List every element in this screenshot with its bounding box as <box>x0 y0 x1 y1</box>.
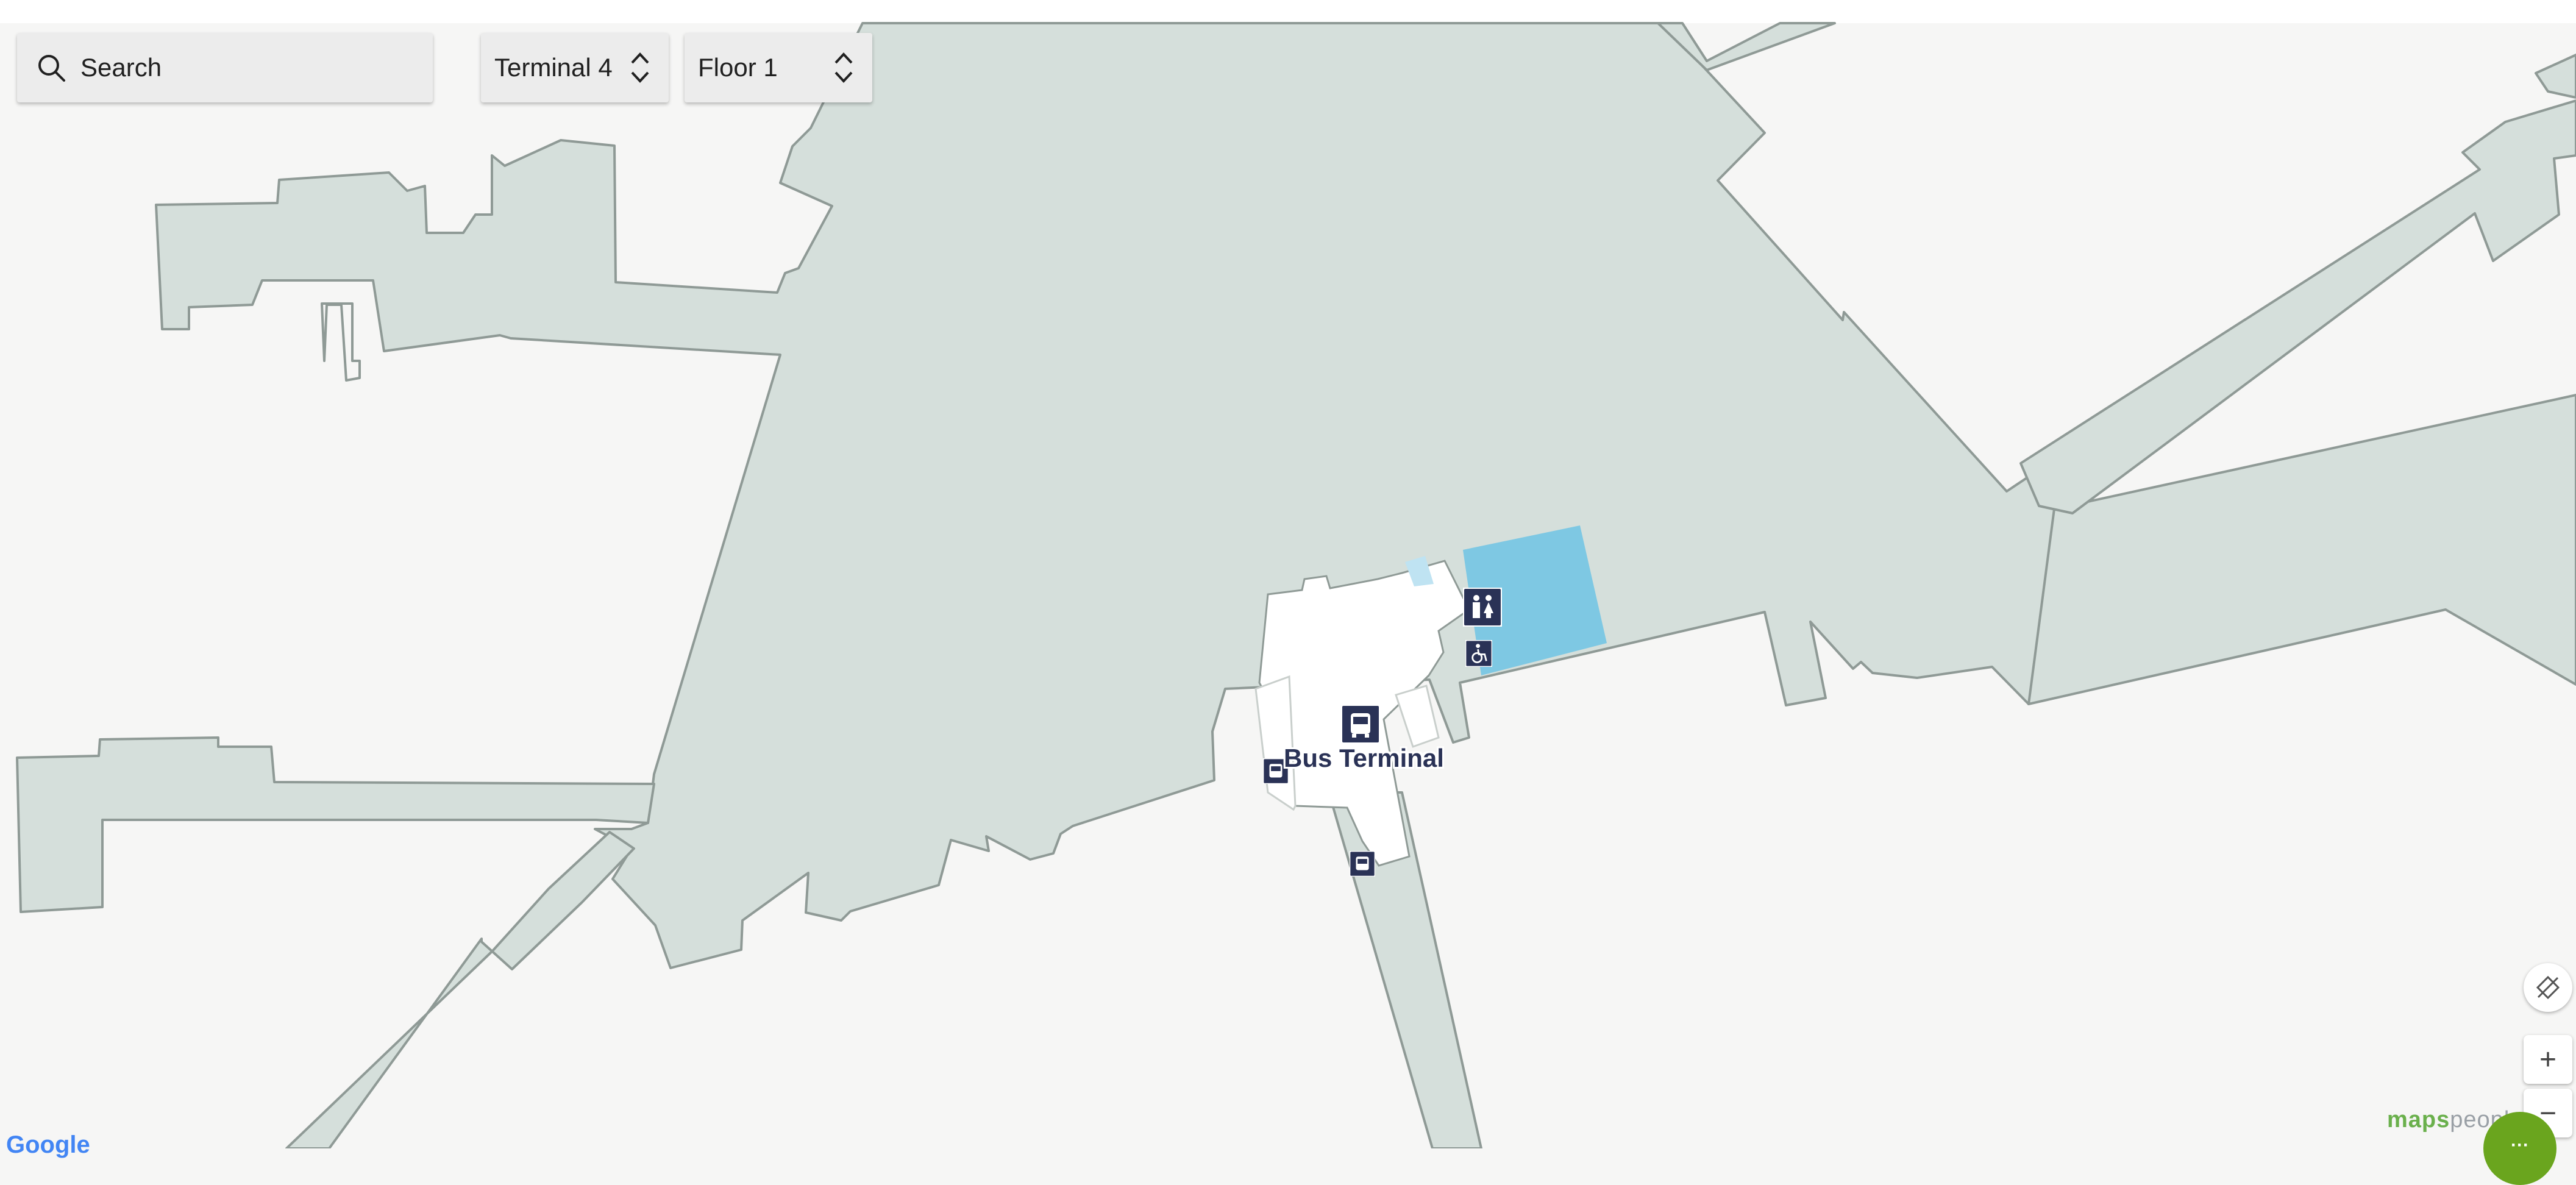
chat-widget-button[interactable]: ··· <box>2483 1112 2556 1185</box>
floor-selector-value: Floor 1 <box>698 53 778 82</box>
venue-selector[interactable]: Terminal 4 <box>481 33 669 102</box>
map-canvas[interactable] <box>0 0 2576 1148</box>
chevron-up-down-icon <box>834 52 853 83</box>
bus-icon[interactable] <box>1350 851 1375 877</box>
poi-label-bus-terminal[interactable]: Bus Terminal <box>1284 744 1444 773</box>
compass-reset-icon <box>2536 975 2560 1000</box>
terminal-building <box>155 22 2071 969</box>
left-corridor <box>285 831 635 1148</box>
bus-icon[interactable] <box>1341 705 1380 744</box>
search-icon <box>38 55 65 82</box>
floor-selector[interactable]: Floor 1 <box>685 33 872 102</box>
rotate-reset-button[interactable] <box>2524 963 2572 1012</box>
google-attribution: Google <box>6 1131 90 1158</box>
chat-icon: ··· <box>2511 1135 2529 1155</box>
search-placeholder: Search <box>80 53 162 82</box>
venue-selector-value: Terminal 4 <box>494 53 613 82</box>
zoom-in-button[interactable]: + <box>2524 1035 2572 1084</box>
zoom-in-label: + <box>2539 1043 2557 1076</box>
search-box[interactable]: Search <box>17 33 433 102</box>
restroom-icon[interactable] <box>1463 588 1502 627</box>
chevron-up-down-icon <box>631 52 649 83</box>
accessible-icon[interactable] <box>1465 640 1492 667</box>
